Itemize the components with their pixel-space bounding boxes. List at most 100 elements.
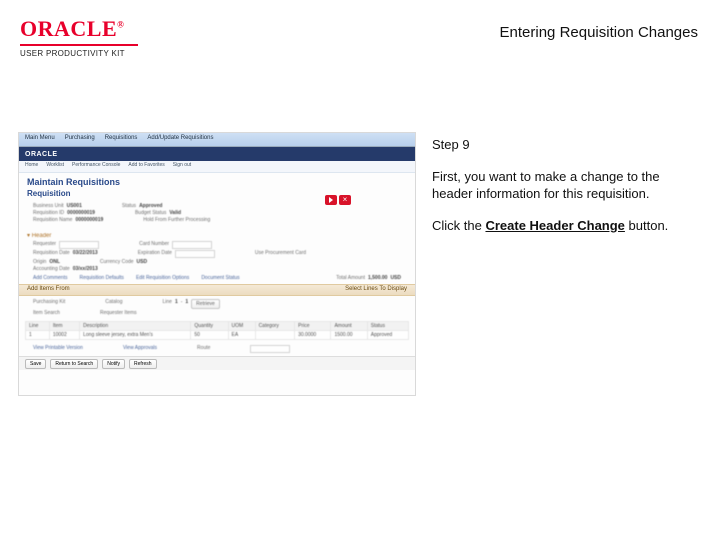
col: Category xyxy=(255,322,295,331)
return-button[interactable]: Return to Search xyxy=(50,359,98,369)
value: USD xyxy=(390,275,401,281)
exp-field[interactable] xyxy=(175,250,215,258)
cell: 50 xyxy=(191,331,228,340)
breadcrumb-item[interactable]: Add/Update Requisitions xyxy=(147,135,213,144)
save-button[interactable]: Save xyxy=(25,359,46,369)
value: USD xyxy=(137,259,148,265)
link[interactable]: Requisition Defaults xyxy=(79,275,123,281)
value: 0000000019 xyxy=(75,217,103,223)
value: Approved xyxy=(139,203,162,209)
label: Line xyxy=(162,299,171,309)
registered-mark: ® xyxy=(117,20,124,30)
app-action-bar: Save Return to Search Notify Refresh xyxy=(19,356,415,370)
breadcrumb-item[interactable]: Main Menu xyxy=(25,135,55,144)
add-items-bar: Add Items From Select Lines To Display xyxy=(19,284,415,296)
link[interactable]: Document Status xyxy=(201,275,239,281)
label: Requisition Name xyxy=(33,217,72,223)
label: Requester Items xyxy=(100,310,137,316)
app-section-title: Requisition xyxy=(19,189,415,200)
instruction-prefix: Click the xyxy=(432,218,485,233)
subnav-link[interactable]: Performance Console xyxy=(72,162,120,171)
brand-text: ORACLE xyxy=(20,16,117,41)
label: Requisition Date xyxy=(33,250,70,258)
instruction-panel: Step 9 First, you want to make a change … xyxy=(432,136,700,248)
value: 1 xyxy=(185,299,188,309)
route-field[interactable] xyxy=(250,345,290,353)
value: Valid xyxy=(169,210,181,216)
refresh-button[interactable]: Refresh xyxy=(129,359,157,369)
requisition-lines-table: Line Item Description Quantity UOM Categ… xyxy=(25,321,409,340)
col: Item xyxy=(49,322,79,331)
cell: 10002 xyxy=(49,331,79,340)
search-block: Purchasing Kit Catalog Line 1 - 1 Retrie… xyxy=(19,296,415,319)
table-row[interactable]: 1 10002 Long sleeve jersey, extra Men's … xyxy=(26,331,409,340)
notify-button[interactable]: Notify xyxy=(102,359,125,369)
col: Description xyxy=(80,322,191,331)
breadcrumb-item[interactable]: Requisitions xyxy=(105,135,138,144)
instruction-line-1: First, you want to make a change to the … xyxy=(432,168,700,203)
label: Accounting Date xyxy=(33,266,70,272)
link[interactable]: View Approvals xyxy=(123,345,157,353)
requisition-header-block: Business UnitUS001 StatusApproved Requis… xyxy=(19,200,415,226)
label: Budget Status xyxy=(135,210,166,216)
link[interactable]: View Printable Version xyxy=(33,345,83,353)
app-page-title: Maintain Requisitions xyxy=(19,173,415,189)
header-detail-block: Header Requester Card Number Requisition… xyxy=(19,226,415,284)
brand-subtitle: USER PRODUCTIVITY KIT xyxy=(20,49,138,58)
value: 1,500.00 xyxy=(368,275,387,281)
label: Item Search xyxy=(33,310,60,316)
cell: Long sleeve jersey, extra Men's xyxy=(80,331,191,340)
card-field[interactable] xyxy=(172,241,212,249)
line-grid-block: Line Item Description Quantity UOM Categ… xyxy=(19,319,415,342)
value: US001 xyxy=(67,203,82,209)
label: Total Amount xyxy=(336,275,365,281)
add-items-label: Add Items From xyxy=(27,286,70,294)
label: Use Procurement Card xyxy=(255,250,306,258)
subnav-link[interactable]: Sign out xyxy=(173,162,191,171)
label: Route xyxy=(197,345,210,353)
label: Catalog xyxy=(105,299,122,309)
target-button-name: Create Header Change xyxy=(485,218,624,233)
app-brand-bar: ORACLE xyxy=(19,147,415,161)
subnav-link[interactable]: Home xyxy=(25,162,38,171)
cell: EA xyxy=(228,331,255,340)
brand-word: ORACLE® xyxy=(20,16,138,42)
label: Business Unit xyxy=(33,203,64,209)
label: Requisition ID xyxy=(33,210,64,216)
col: Status xyxy=(367,322,408,331)
value: 03/xx/2013 xyxy=(73,266,98,272)
label: Status xyxy=(122,203,136,209)
col: Line xyxy=(26,322,50,331)
breadcrumb-item[interactable]: Purchasing xyxy=(65,135,95,144)
label: Currency Code xyxy=(100,259,134,265)
subnav-link[interactable]: Worklist xyxy=(46,162,64,171)
app-screenshot: Main Menu Purchasing Requisitions Add/Up… xyxy=(18,132,416,396)
app-subnav: Home Worklist Performance Console Add to… xyxy=(19,161,415,173)
value: ONL xyxy=(49,259,60,265)
section-toggle[interactable]: Header xyxy=(27,232,401,239)
col: Amount xyxy=(331,322,367,331)
label: Hold From Further Processing xyxy=(143,217,210,223)
col: Price xyxy=(295,322,331,331)
link[interactable]: Add Comments xyxy=(33,275,67,281)
cell: 1500.00 xyxy=(331,331,367,340)
instruction-suffix: button. xyxy=(625,218,668,233)
link[interactable]: Edit Requisition Options xyxy=(136,275,189,281)
requester-field[interactable] xyxy=(59,241,99,249)
cell: Approved xyxy=(367,331,408,340)
footer-links: View Printable Version View Approvals Ro… xyxy=(19,342,415,356)
label: Requester xyxy=(33,241,56,249)
retrieve-button[interactable]: Retrieve xyxy=(191,299,220,309)
value: 1 xyxy=(175,299,178,309)
subnav-link[interactable]: Add to Favorites xyxy=(128,162,164,171)
document-title: Entering Requisition Changes xyxy=(500,24,698,41)
brand-rule xyxy=(20,44,138,46)
table-header-row: Line Item Description Quantity UOM Categ… xyxy=(26,322,409,331)
label: Purchasing Kit xyxy=(33,299,65,309)
cell xyxy=(255,331,295,340)
value: 03/22/2013 xyxy=(73,250,98,258)
cell: 30.0000 xyxy=(295,331,331,340)
label: Card Number xyxy=(139,241,169,249)
app-breadcrumb-bar: Main Menu Purchasing Requisitions Add/Up… xyxy=(19,133,415,147)
label: Origin xyxy=(33,259,46,265)
